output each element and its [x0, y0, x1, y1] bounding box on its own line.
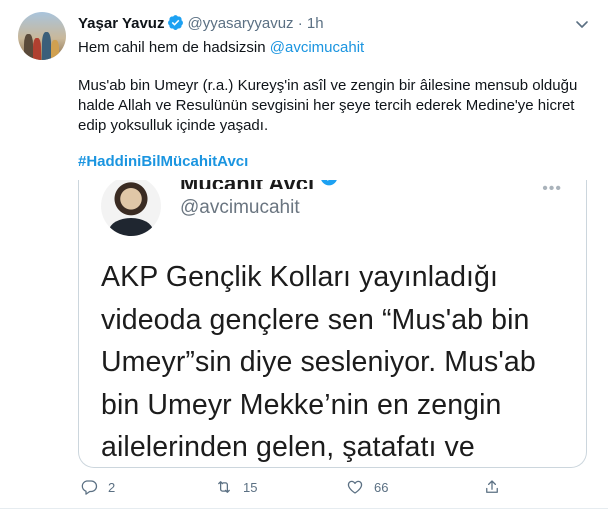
- author-name[interactable]: Yaşar Yavuz: [78, 15, 164, 32]
- tweet-line1-text: Hem cahil hem de hadsizsin: [78, 39, 270, 56]
- author-handle[interactable]: @yyasaryyavuz: [187, 15, 293, 32]
- quoted-line: bin Umeyr Mekke’nin en zengin: [101, 388, 502, 421]
- hashtag-link[interactable]: #HaddiniBilMücahitAvcı: [78, 153, 248, 170]
- share-icon: [486, 480, 498, 493]
- retweet-icon: [218, 481, 230, 493]
- quoted-name: Mücahit Avcı: [180, 180, 339, 189]
- retweet-count: 15: [243, 479, 258, 495]
- tweet-card[interactable]: Yaşar Yavuz @yyasaryyavuz · 1h Hem cahil …: [0, 0, 608, 509]
- avatar[interactable]: [18, 12, 66, 60]
- quoted-verified-badge-icon: [321, 180, 337, 186]
- reply-icon: [81, 480, 98, 495]
- chevron-down-icon[interactable]: [574, 16, 590, 32]
- quoted-avatar: [101, 180, 161, 236]
- quoted-text: AKP Gençlik Kolları yayınladığı videoda …: [101, 256, 571, 467]
- retweet-button[interactable]: 15: [215, 478, 257, 496]
- tweet-hashtag-line: #HaddiniBilMücahitAvcı: [78, 152, 248, 172]
- quoted-handle: @avcimucahit: [180, 197, 300, 218]
- like-button[interactable]: 66: [346, 478, 388, 496]
- like-icon: [347, 480, 363, 494]
- tweet-header: Yaşar Yavuz @yyasaryyavuz · 1h: [78, 14, 324, 37]
- mention-link[interactable]: @avcimucahit: [270, 39, 364, 56]
- verified-badge-icon: [167, 14, 184, 37]
- quoted-more-icon: •••: [542, 180, 562, 197]
- tweet-actions: 2 15 66: [78, 478, 598, 500]
- separator-dot: ·: [297, 15, 303, 32]
- tweet-line1: Hem cahil hem de hadsizsin @avcimucahit: [78, 38, 364, 58]
- reply-button[interactable]: 2: [80, 478, 115, 496]
- tweet-time[interactable]: 1h: [307, 15, 324, 32]
- quoted-name-text: Mücahit Avcı: [180, 180, 314, 189]
- share-button[interactable]: [483, 478, 501, 496]
- like-count: 66: [374, 479, 389, 495]
- quoted-line: AKP Gençlik Kolları yayınladığı: [101, 261, 499, 293]
- attached-screenshot-image[interactable]: Mücahit Avcı @avcimucahit ••• AKP Gençli…: [78, 180, 587, 468]
- quoted-line: ailelerinden gelen, şatafatı ve: [101, 431, 475, 463]
- quoted-line: videoda gençlere sen “Mus'ab bin: [101, 303, 530, 336]
- tweet-paragraph: Mus'ab bin Umeyr (r.a.) Kureyş'in asîl v…: [78, 77, 578, 134]
- quoted-line: Umeyr”sin diye sesleniyor. Mus'ab: [101, 346, 536, 378]
- reply-count: 2: [108, 479, 116, 495]
